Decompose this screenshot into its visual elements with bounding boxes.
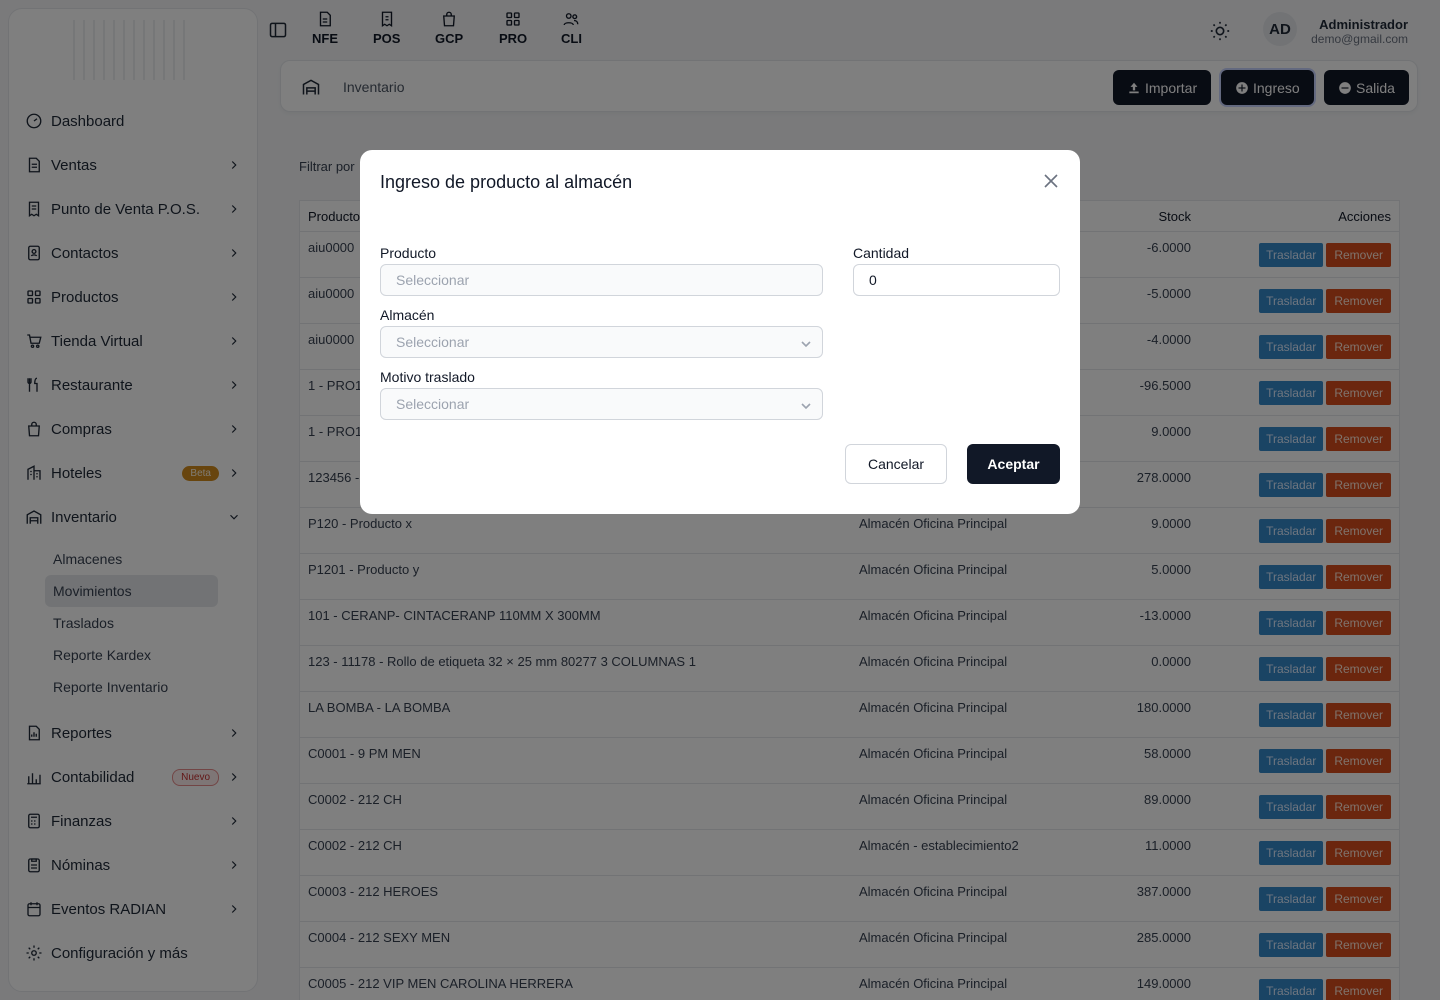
- producto-label: Producto: [380, 245, 437, 261]
- motivo-select[interactable]: Seleccionar: [380, 388, 823, 420]
- chevron-down-icon: [800, 399, 812, 411]
- cantidad-label: Cantidad: [853, 245, 910, 261]
- cantidad-input[interactable]: 0: [853, 264, 1060, 296]
- motivo-label: Motivo traslado: [380, 369, 475, 385]
- cancel-button[interactable]: Cancelar: [845, 444, 947, 484]
- ingreso-modal: Ingreso de producto al almacén Producto …: [360, 150, 1080, 514]
- chevron-down-icon: [800, 337, 812, 349]
- modal-title: Ingreso de producto al almacén: [380, 172, 633, 192]
- motivo-placeholder: Seleccionar: [396, 396, 470, 412]
- producto-select[interactable]: Seleccionar: [380, 264, 823, 296]
- producto-placeholder: Seleccionar: [396, 272, 470, 288]
- almacen-placeholder: Seleccionar: [396, 334, 470, 350]
- almacen-select[interactable]: Seleccionar: [380, 326, 823, 358]
- cantidad-value: 0: [869, 272, 877, 288]
- accept-button[interactable]: Aceptar: [967, 444, 1060, 484]
- almacen-label: Almacén: [380, 307, 435, 323]
- close-icon[interactable]: [1044, 174, 1060, 190]
